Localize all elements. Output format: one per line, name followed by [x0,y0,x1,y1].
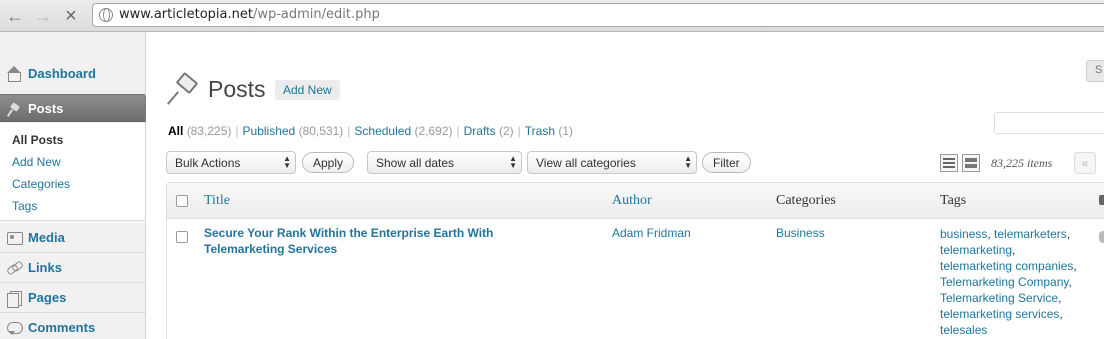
comment-icon [6,320,23,336]
sidebar-item-label: Dashboard [28,66,96,81]
back-arrow-icon[interactable]: ← [4,6,26,26]
sidebar-item-label: Media [28,230,65,245]
list-view-icon[interactable] [940,154,958,172]
url-host: www.articletopia.net [119,7,253,22]
globe-icon [99,8,113,22]
categories-value: View all categories [536,156,636,170]
filter-button[interactable]: Filter [702,152,751,173]
column-author[interactable]: Author [612,193,652,209]
tag-link[interactable]: telemarketing [940,243,1012,257]
submenu-add-new[interactable]: Add New [12,155,61,169]
search-input[interactable] [994,112,1104,134]
post-title-line1: Secure Your Rank Within the Enterprise E… [204,226,494,240]
select-arrows-icon: ▲ ▼ [283,154,291,170]
tag-link[interactable]: business [940,227,987,241]
stop-icon[interactable]: × [60,6,82,26]
filter-separator: | [456,124,460,138]
sidebar-item-label: Pages [28,290,67,305]
sidebar-item-dashboard[interactable]: Dashboard [0,59,145,89]
filter-published[interactable]: Published [243,124,296,138]
house-icon [6,66,22,82]
url-path: /wp-admin/edit.php [252,7,380,22]
media-icon [6,230,23,246]
bulk-actions-select[interactable]: Bulk Actions ▲ ▼ [166,151,296,174]
forward-arrow-icon[interactable]: → [32,6,54,26]
filter-drafts-count: (2) [498,124,514,138]
main-content: Posts Add New S All (83,225) | Published (… [146,32,1104,339]
submenu-tags[interactable]: Tags [12,199,37,213]
column-categories: Categories [776,193,836,208]
items-count: 83,225 items [991,156,1053,170]
tag-link[interactable]: Telemarketing Company [940,275,1069,289]
bulk-actions-value: Bulk Actions [175,156,241,170]
filter-drafts[interactable]: Drafts [464,124,496,138]
post-tags: business, telemarketers, telemarketing, … [940,227,1077,337]
tag-link[interactable]: telesales [940,323,987,337]
address-bar[interactable]: www.articletopia.net/wp-admin/edit.php [92,3,1104,27]
filter-trash-count: (1) [558,124,574,138]
filter-trash[interactable]: Trash [525,124,555,138]
posts-table: Title Author Categories Tags Secure Your… [166,182,1104,339]
comment-bubble-icon[interactable] [1099,231,1104,243]
sidebar-item-label: Posts [28,101,64,116]
categories-select[interactable]: View all categories ▲ ▼ [527,151,697,174]
filter-separator: | [517,124,521,138]
tag-link[interactable]: Telemarketing Service [940,291,1058,305]
sidebar-item-links[interactable]: Links [0,252,145,282]
browser-toolbar: ← → × www.articletopia.net/wp-admin/edit… [0,0,1104,32]
excerpt-view-icon[interactable] [962,154,980,172]
tag-link[interactable]: telemarketing services [940,307,1059,321]
column-tags: Tags [940,193,967,208]
select-all-checkbox[interactable] [176,195,188,207]
filter-all-count: (83,225) [186,124,232,138]
admin-sidebar: Dashboard Posts All Posts Add New Catego… [0,32,154,339]
column-title[interactable]: Title [204,193,230,209]
post-title-line2: Telemarketing Services [204,242,338,256]
url-text[interactable]: www.articletopia.net/wp-admin/edit.php [119,7,380,22]
sidebar-item-media[interactable]: Media [0,222,145,252]
filter-scheduled[interactable]: Scheduled [354,124,411,138]
post-status-filters: All (83,225) | Published (80,531) | Schedule… [168,124,573,138]
filter-separator: | [347,124,351,138]
sidebar-item-pages[interactable]: Pages [0,282,145,312]
pages-icon [6,290,22,308]
first-page-button[interactable]: « [1074,152,1096,174]
submenu-all-posts[interactable]: All Posts [12,133,63,147]
sidebar-item-label: Links [28,260,62,275]
link-icon [6,260,22,276]
filter-published-count: (80,531) [298,124,344,138]
add-new-button[interactable]: Add New [275,80,340,100]
page-title: Posts [208,76,266,102]
comments-column-icon [1099,195,1104,205]
sidebar-item-posts[interactable]: Posts [0,94,154,123]
post-category-link[interactable]: Business [776,226,825,240]
sidebar-item-label: Comments [28,320,96,335]
submenu-categories[interactable]: Categories [12,177,70,191]
tag-link[interactable]: telemarketing companies [940,259,1073,273]
screen-options-button[interactable]: S [1086,60,1104,82]
select-arrows-icon: ▲ ▼ [684,154,692,170]
row-checkbox[interactable] [176,231,188,243]
apply-button[interactable]: Apply [302,152,355,173]
sidebar-item-comments[interactable]: Comments [0,312,145,339]
select-arrows-icon: ▲ ▼ [509,154,517,170]
posts-pushpin-icon [168,74,198,104]
pushpin-icon [6,102,22,118]
filter-all[interactable]: All [168,124,183,138]
post-author-link[interactable]: Adam Fridman [612,226,691,240]
filter-separator: | [235,124,239,138]
filter-scheduled-count: (2,692) [414,124,453,138]
tag-link[interactable]: telemarketers [994,227,1067,241]
dates-value: Show all dates [376,156,455,170]
table-header: Title Author Categories Tags [167,183,1104,219]
posts-submenu: All Posts Add New Categories Tags [0,123,145,221]
dates-select[interactable]: Show all dates ▲ ▼ [367,151,522,174]
post-title-link[interactable]: Secure Your Rank Within the Enterprise E… [204,225,554,257]
